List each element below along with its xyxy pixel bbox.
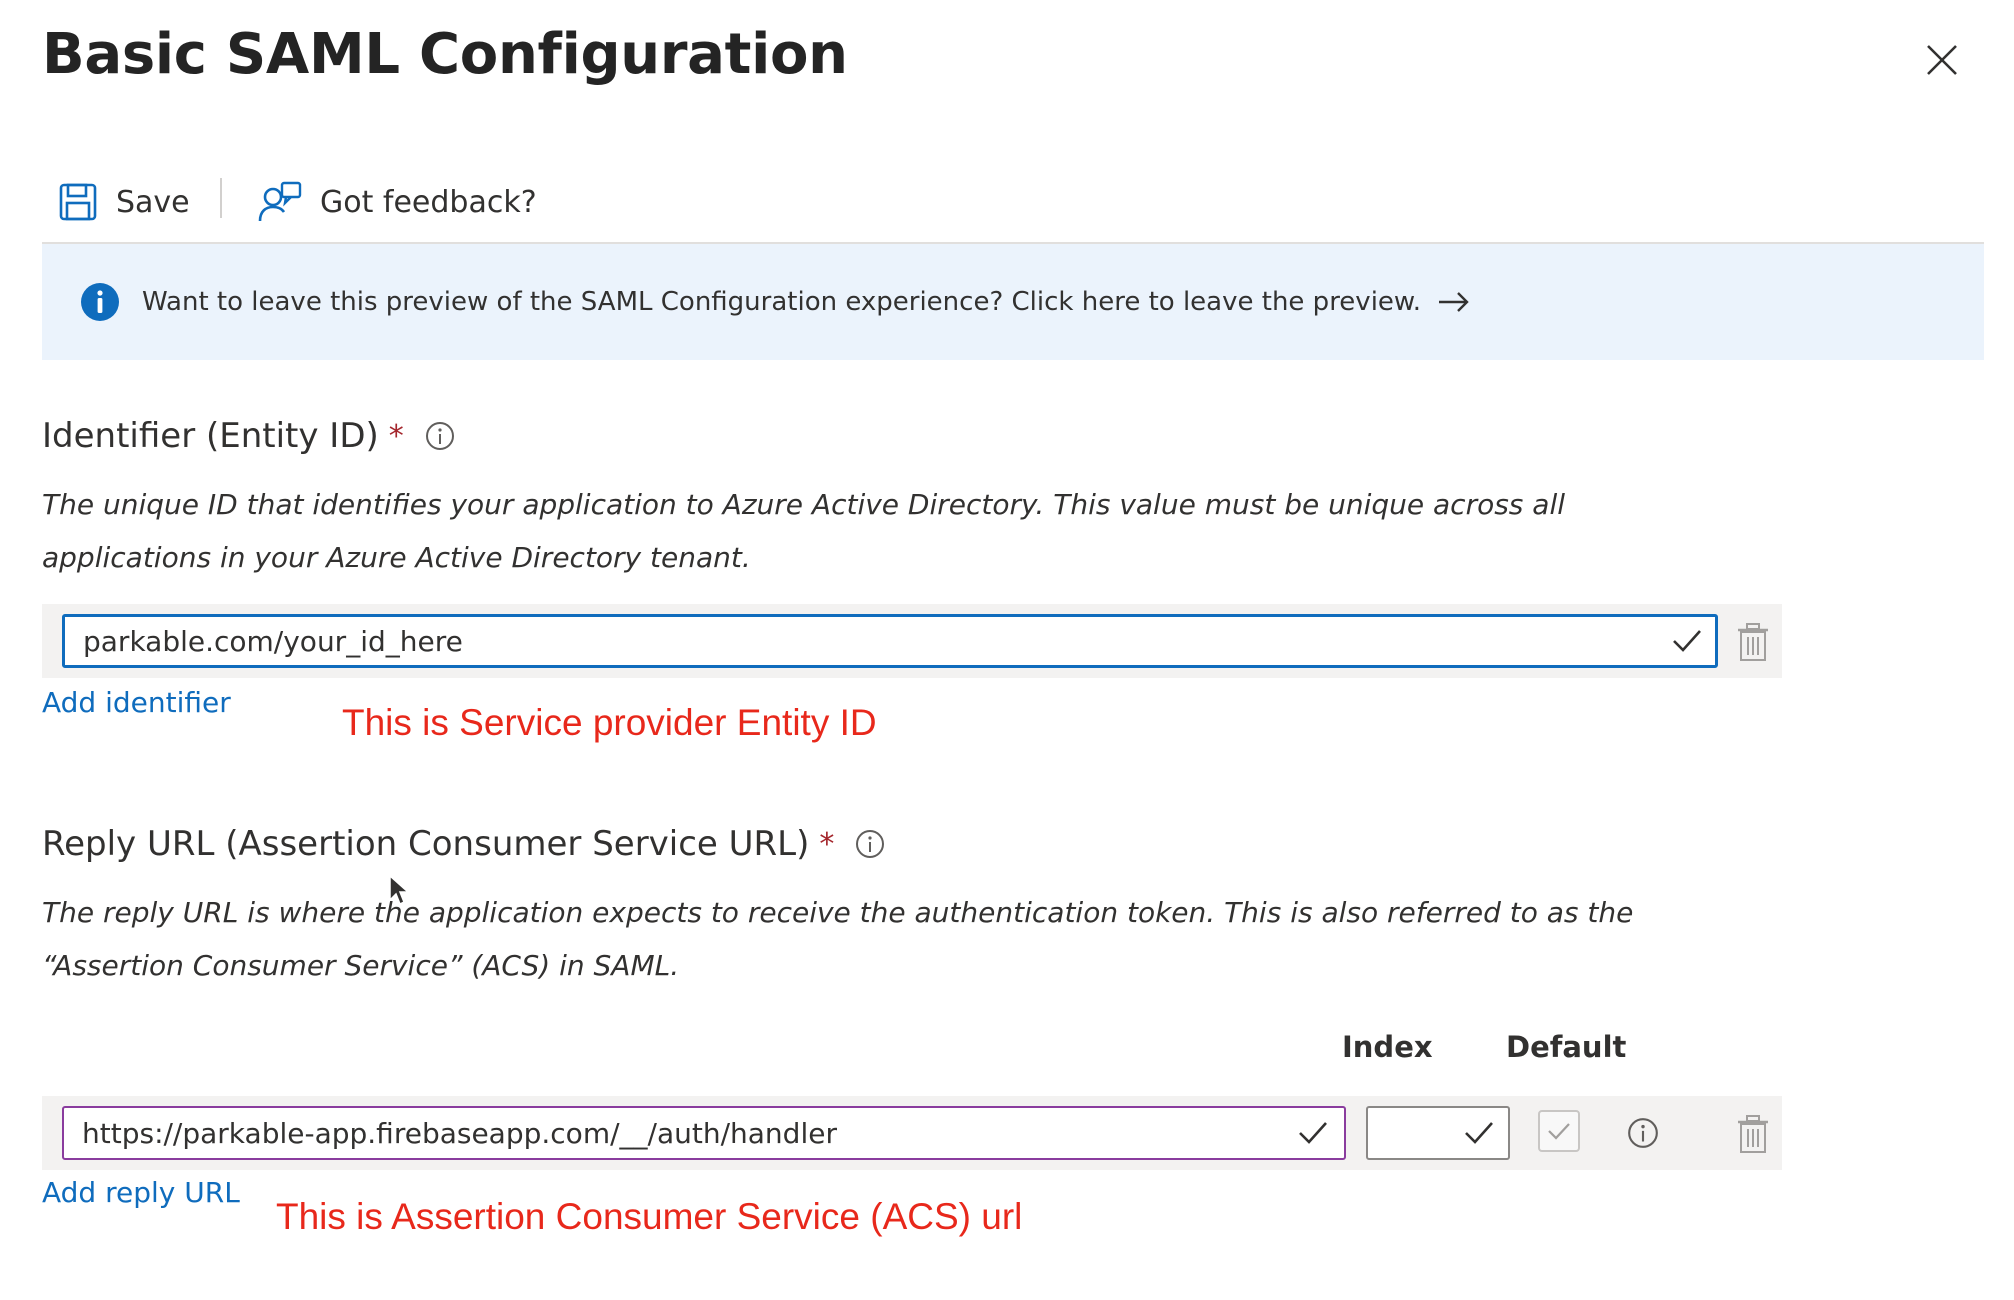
- reply-url-label-text: Reply URL (Assertion Consumer Service UR…: [42, 824, 810, 864]
- identifier-input[interactable]: [62, 614, 1718, 668]
- toolbar-divider: [220, 178, 222, 218]
- default-column-header: Default: [1506, 1030, 1627, 1064]
- preview-info-banner: Want to leave this preview of the SAML C…: [42, 244, 1984, 360]
- reply-url-input[interactable]: [62, 1106, 1346, 1160]
- reply-url-description: The reply URL is where the application e…: [42, 896, 1634, 982]
- feedback-icon: [258, 181, 302, 222]
- info-icon: [81, 283, 119, 321]
- identifier-annotation: This is Service provider Entity ID: [342, 702, 877, 743]
- page-title: Basic SAML Configuration: [42, 22, 848, 87]
- required-asterisk: *: [819, 826, 835, 862]
- reply-url-label: Reply URL (Assertion Consumer Service UR…: [42, 824, 886, 864]
- identifier-row: [42, 604, 1782, 678]
- command-bar: Save Got feedback?: [42, 170, 1984, 244]
- save-button[interactable]: Save: [58, 176, 190, 228]
- info-circle-icon[interactable]: [854, 828, 886, 860]
- save-icon: [59, 183, 97, 221]
- identifier-label-text: Identifier (Entity ID): [42, 416, 379, 456]
- identifier-label: Identifier (Entity ID) *: [42, 416, 456, 456]
- mouse-cursor-icon: [389, 874, 410, 906]
- identifier-description: The unique ID that identifies your appli…: [42, 488, 1566, 574]
- close-icon[interactable]: [1922, 40, 1962, 80]
- add-reply-url-link[interactable]: Add reply URL: [42, 1176, 240, 1209]
- index-column-header: Index: [1342, 1030, 1433, 1064]
- save-label: Save: [116, 184, 190, 220]
- delete-icon[interactable]: [1736, 622, 1770, 662]
- info-circle-icon[interactable]: [1626, 1116, 1660, 1150]
- add-identifier-link[interactable]: Add identifier: [42, 686, 231, 719]
- default-checkbox[interactable]: [1538, 1110, 1580, 1152]
- arrow-right-icon[interactable]: [1437, 290, 1471, 314]
- feedback-label: Got feedback?: [320, 184, 537, 220]
- checkmark-icon: [1548, 1123, 1570, 1140]
- saml-config-panel: Basic SAML Configuration Save Got feedba…: [0, 0, 2014, 1300]
- required-asterisk: *: [388, 418, 404, 454]
- reply-url-annotation: This is Assertion Consumer Service (ACS)…: [276, 1196, 1023, 1237]
- reply-url-row: [42, 1096, 1782, 1170]
- index-input[interactable]: [1366, 1106, 1510, 1160]
- feedback-button[interactable]: Got feedback?: [258, 176, 537, 228]
- delete-icon[interactable]: [1736, 1114, 1770, 1154]
- info-circle-icon[interactable]: [424, 420, 456, 452]
- leave-preview-link[interactable]: Want to leave this preview of the SAML C…: [142, 287, 1421, 317]
